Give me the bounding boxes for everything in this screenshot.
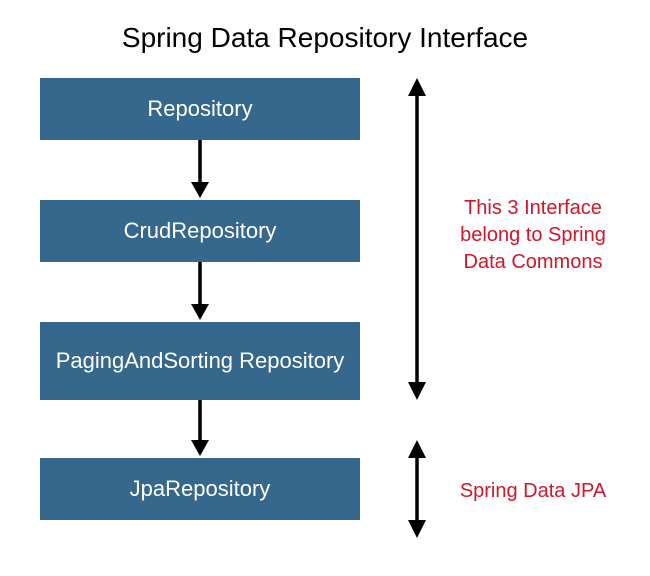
arrow-repository-to-crud [196,140,204,200]
arrow-paging-to-jpa [196,400,204,458]
box-crud-repository: CrudRepository [40,200,360,262]
bracket-jpa [406,440,428,538]
note-commons-line2: belong to Spring [460,224,606,246]
box-repository: Repository [40,78,360,140]
note-jpa: Spring Data JPA [448,478,618,505]
box-crud-repository-label: CrudRepository [124,218,277,244]
bracket-commons [406,78,428,400]
box-paging-repository: PagingAndSorting Repository [40,322,360,400]
box-jpa-repository-label: JpaRepository [130,476,271,502]
box-repository-label: Repository [147,96,252,122]
note-jpa-text: Spring Data JPA [460,480,606,502]
note-commons-line1: This 3 Interface [464,197,602,219]
box-jpa-repository: JpaRepository [40,458,360,520]
page-title: Spring Data Repository Interface [0,22,650,54]
note-commons: This 3 Interface belong to Spring Data C… [448,195,618,276]
box-paging-repository-label: PagingAndSorting Repository [56,348,345,374]
arrow-crud-to-paging [196,262,204,322]
note-commons-line3: Data Commons [464,251,603,273]
